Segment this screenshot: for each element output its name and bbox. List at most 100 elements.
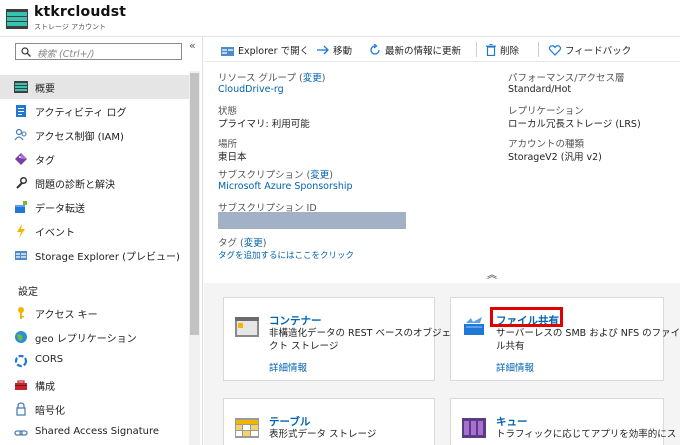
sidebar-item-label: アクセス キー [35, 310, 98, 321]
queues-card[interactable]: キュー トラフィックに応じてアプリを効率的にス [450, 398, 676, 445]
open-explorer-button[interactable]: Explorer で開く [221, 43, 309, 57]
sidebar-item-access-keys[interactable]: アクセス キー [0, 301, 189, 325]
sidebar-item-geo-replication[interactable]: geo レプリケーション [0, 325, 189, 349]
services-area: コンテナー 非構造化データの REST ベースのオブジェクト ストレージ 詳細情… [204, 283, 680, 445]
containers-card[interactable]: コンテナー 非構造化データの REST ベースのオブジェクト ストレージ 詳細情… [223, 297, 451, 381]
search-placeholder: 検索 (Ctrl+/) [37, 49, 95, 60]
change-tags-link[interactable]: 変更 [244, 238, 263, 249]
table-icon [235, 418, 259, 438]
replication-label: レプリケーション [508, 106, 584, 117]
status-label: 状態 [218, 106, 238, 117]
link-icon [14, 430, 28, 436]
refresh-button[interactable]: 最新の情報に更新 [369, 43, 461, 57]
account-kind-value: StorageV2 (汎用 v2) [508, 152, 602, 163]
status-value: プライマリ: 利用可能 [218, 119, 310, 130]
sidebar-item-tags[interactable]: タグ [0, 147, 189, 171]
queues-title[interactable]: キュー [496, 414, 528, 429]
queue-icon [462, 418, 486, 438]
lightning-icon [17, 224, 25, 238]
toolbar-divider [538, 42, 539, 57]
change-subscription-link[interactable]: 変更 [310, 170, 329, 181]
tag-icon [15, 153, 27, 165]
sidebar-item-label: Shared Access Signature [35, 426, 160, 437]
sidebar-item-label: Storage Explorer (プレビュー) [35, 252, 180, 263]
delete-button[interactable]: 削除 [486, 43, 519, 57]
change-resource-group-link[interactable]: 変更 [303, 73, 322, 84]
replication-value: ローカル冗長ストレージ (LRS) [508, 119, 641, 130]
sidebar-item-diagnose[interactable]: 問題の診断と解決 [0, 171, 189, 195]
data-transfer-icon [15, 201, 27, 213]
search-icon [21, 47, 31, 57]
tables-card[interactable]: テーブル 表形式データ ストレージ [223, 398, 435, 445]
resource-group-label: リソース グループ (変更) [218, 73, 326, 84]
trash-icon [486, 44, 496, 56]
sidebar-item-storage-explorer[interactable]: Storage Explorer (プレビュー) [0, 243, 189, 267]
sidebar-item-encryption[interactable]: 暗号化 [0, 397, 189, 421]
scrollbar-thumb[interactable] [190, 73, 199, 335]
sidebar-item-sas[interactable]: Shared Access Signature [0, 421, 189, 445]
highlight-box [490, 307, 563, 327]
file-shares-learn-more-link[interactable]: 詳細情報 [496, 360, 534, 374]
tables-title[interactable]: テーブル [269, 414, 310, 429]
tags-label: タグ (変更) [218, 238, 267, 249]
arrow-right-icon [317, 45, 329, 55]
location-value: 東日本 [218, 152, 247, 163]
sidebar-item-label: イベント [35, 228, 75, 239]
sidebar-item-label: geo レプリケーション [35, 334, 137, 345]
search-input[interactable]: 検索 (Ctrl+/) [15, 43, 182, 60]
lock-icon [16, 402, 26, 416]
tables-desc: 表形式データ ストレージ [269, 429, 377, 440]
containers-title[interactable]: コンテナー [269, 313, 322, 328]
add-tags-link[interactable]: タグを追加するにはここをクリック [218, 249, 354, 261]
sidebar-item-label: データ転送 [35, 204, 85, 215]
page-title: ktkrcloudst [34, 4, 127, 20]
queues-desc: トラフィックに応じてアプリを効率的にス [496, 429, 677, 440]
settings-section-header: 設定 [18, 287, 38, 298]
page-header: ktkrcloudst ストレージ アカウント [0, 0, 680, 37]
sidebar-item-overview[interactable]: 概要 [0, 75, 189, 99]
wrench-icon [16, 176, 28, 189]
sidebar-item-label: タグ [35, 156, 55, 167]
collapse-sidebar-icon[interactable]: « [189, 39, 196, 52]
key-icon [18, 307, 24, 319]
performance-value: Standard/Hot [508, 84, 572, 95]
move-label: 移動 [333, 46, 353, 57]
overview-icon [14, 81, 28, 93]
sidebar-item-label: アクセス制御 (IAM) [35, 132, 124, 143]
toolbar-divider [476, 42, 477, 57]
file-share-icon [464, 317, 484, 335]
file-shares-card[interactable]: ファイル共有 サーバーレスの SMB および NFS のファイル共有 詳細情報 [450, 297, 680, 381]
sidebar-item-label: 構成 [35, 382, 55, 393]
sidebar-scrollbar[interactable] [189, 71, 200, 445]
cors-icon [14, 354, 28, 368]
subscription-link[interactable]: Microsoft Azure Sponsorship [218, 181, 353, 192]
command-toolbar: Explorer で開く 移動 最新の情報に更新 削除 フィードバック [204, 37, 680, 62]
delete-label: 削除 [500, 46, 520, 57]
heart-icon [549, 44, 561, 56]
collapse-essentials-icon[interactable]: ︽ [487, 266, 497, 281]
refresh-label: 最新の情報に更新 [385, 46, 462, 57]
sidebar-item-label: CORS [35, 354, 64, 365]
resource-group-link[interactable]: CloudDrive-rg [218, 84, 284, 95]
account-kind-label: アカウントの種類 [508, 139, 585, 150]
containers-learn-more-link[interactable]: 詳細情報 [269, 360, 307, 374]
container-icon [235, 317, 259, 337]
sidebar-item-activity-log[interactable]: アクティビティ ログ [0, 99, 189, 123]
sidebar-item-data-transfer[interactable]: データ転送 [0, 195, 189, 219]
storage-explorer-icon [15, 251, 27, 260]
sidebar-item-events[interactable]: イベント [0, 219, 189, 243]
sidebar-item-cors[interactable]: CORS [0, 349, 189, 373]
activity-log-icon [16, 105, 26, 117]
move-button[interactable]: 移動 [317, 43, 352, 57]
toolbox-icon [15, 380, 27, 390]
storage-account-icon [6, 9, 28, 29]
sidebar-item-label: 暗号化 [35, 406, 65, 417]
explorer-icon [221, 46, 234, 56]
feedback-button[interactable]: フィードバック [549, 43, 631, 57]
sidebar-item-configuration[interactable]: 構成 [0, 373, 189, 397]
redacted-subscription-id [218, 212, 406, 229]
sidebar-item-iam[interactable]: アクセス制御 (IAM) [0, 123, 189, 147]
globe-icon [15, 331, 27, 343]
refresh-icon [370, 44, 380, 55]
feedback-label: フィードバック [565, 46, 632, 57]
